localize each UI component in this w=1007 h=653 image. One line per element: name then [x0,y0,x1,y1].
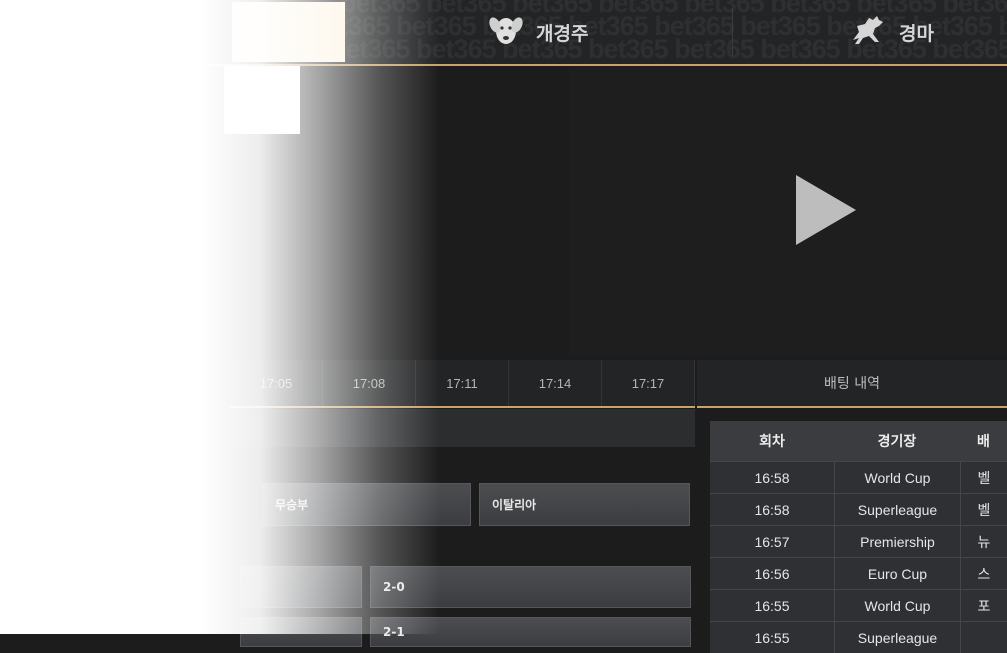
nav-active-tab[interactable] [232,2,345,62]
play-icon[interactable] [796,175,856,245]
bet-option-draw[interactable]: 무승부 [262,483,471,526]
cell-bet: 벨 [960,462,1007,493]
dog-icon [488,13,536,52]
cell-venue: Euro Cup [834,558,960,589]
nav-divider [732,8,733,56]
time-tab[interactable]: 17:14 [509,360,602,406]
time-tab[interactable]: 17:17 [602,360,695,406]
table-row: 16:55 Superleague [710,621,1007,653]
cell-round: 16:57 [754,533,790,550]
cell-venue: Superleague [834,622,960,653]
bet-option[interactable] [240,566,362,608]
horse-icon [849,14,899,51]
cell-round: 16:55 [754,629,790,646]
cell-round: 16:58 [754,501,790,518]
cell-round: 16:56 [754,565,790,582]
cell-venue: World Cup [834,462,960,493]
cell-bet: 벨 [960,494,1007,525]
race-time-tabs: 17:05 17:08 17:11 17:14 17:17 [230,360,695,408]
column-header-venue: 경기장 [877,433,917,449]
table-header: 회차 경기장 배 [710,421,1007,461]
cell-venue: World Cup [834,590,960,621]
bet-history-table: 회차 경기장 배 16:58 World Cup 벨 16:58 Superle… [710,421,1007,653]
cell-round: 16:55 [754,597,790,614]
cell-venue: Premiership [834,526,960,557]
bet-option-score[interactable]: 2-0 [370,566,691,608]
column-header-bet: 배 [977,433,990,449]
market-header [230,409,695,447]
cell-bet [960,622,1007,653]
time-tab[interactable]: 17:11 [416,360,509,406]
table-row: 16:58 Superleague 벨 [710,493,1007,525]
cell-round: 16:58 [754,469,790,486]
cell-venue: Superleague [834,494,960,525]
bet-option-italy[interactable]: 이탈리아 [479,483,690,526]
bet-history-tab[interactable]: 배팅 내역 [697,360,1007,408]
time-tab[interactable]: 17:05 [230,360,323,406]
table-row: 16:58 World Cup 벨 [710,461,1007,493]
video-player[interactable] [569,66,1007,356]
nav-horse-label: 경마 [899,22,934,45]
time-tab[interactable]: 17:08 [323,360,416,406]
bet-option[interactable] [240,617,362,647]
nav-greyhound-label: 개경주 [536,22,589,45]
table-row: 16:55 World Cup 포 [710,589,1007,621]
nav-greyhound[interactable]: 개경주 [488,0,588,64]
top-navigation: bet365 bet365 bet365 bet365 bet365 bet36… [0,0,1007,66]
cell-bet: 포 [960,590,1007,621]
column-header-round: 회차 [759,433,785,449]
info-card [224,66,300,134]
table-row: 16:56 Euro Cup 스 [710,557,1007,589]
table-row: 16:57 Premiership 뉴 [710,525,1007,557]
nav-horse-racing[interactable]: 경마 [849,0,934,64]
cell-bet: 스 [960,558,1007,589]
cell-bet: 뉴 [960,526,1007,557]
bet-option-score[interactable]: 2-1 [370,617,691,647]
